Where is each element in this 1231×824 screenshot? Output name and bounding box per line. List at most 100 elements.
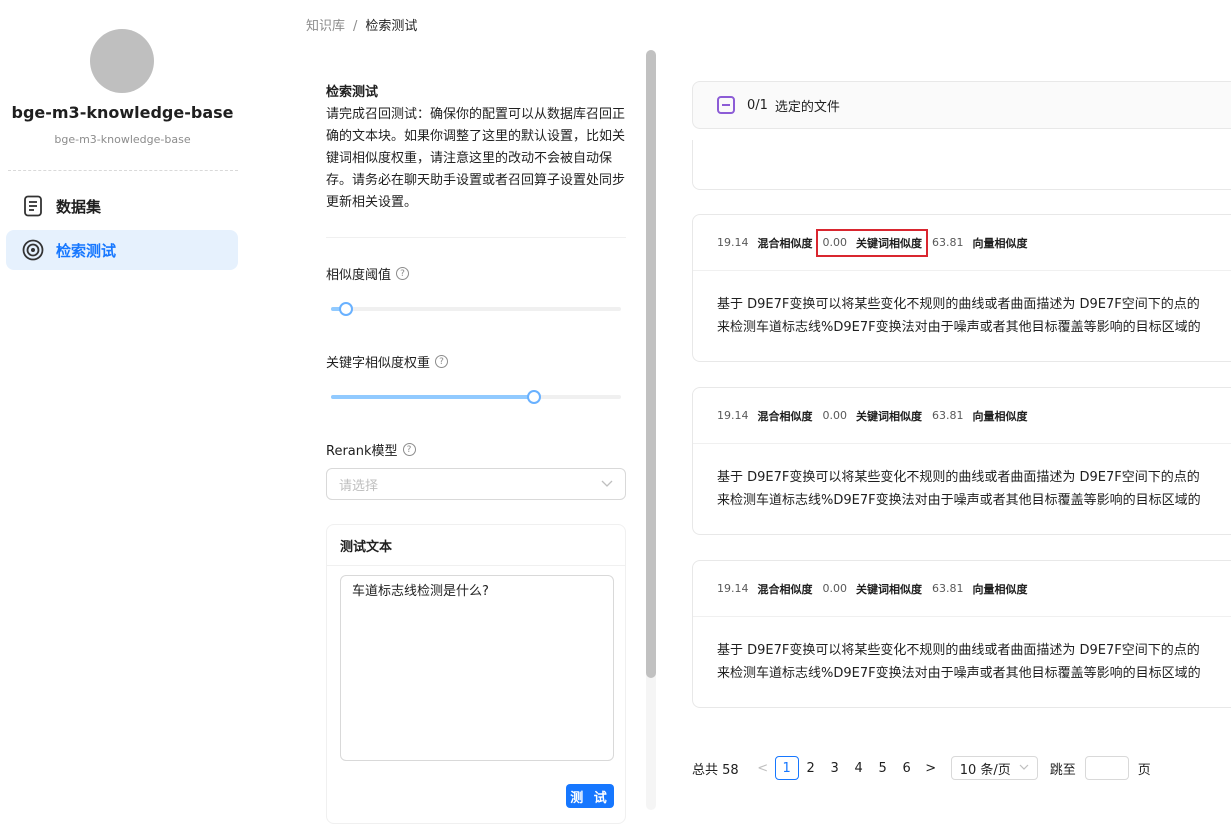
file-selector[interactable]: 0/1 选定的文件	[692, 81, 1231, 129]
hybrid-score: 19.14	[717, 236, 749, 249]
result-card-partial	[692, 140, 1231, 190]
result-card: 19.14 混合相似度 0.00 关键词相似度 63.81 向量相似度 基于 D…	[692, 560, 1231, 708]
page-size-value: 10 条/页	[959, 762, 1011, 778]
result-card: 19.14 混合相似度 0.00 关键词相似度 63.81 向量相似度 基于 D…	[692, 387, 1231, 535]
jump-label: 跳至	[1049, 762, 1076, 778]
test-text-card: 测试文本 车道标志线检测是什么? 测 试	[326, 524, 626, 824]
breadcrumb-current: 检索测试	[365, 19, 418, 34]
page-button-4[interactable]: 4	[847, 756, 871, 780]
hybrid-score-label: 混合相似度	[757, 409, 813, 423]
keyword-score-label: 关键词相似度	[856, 236, 922, 250]
keyword-score: 0.00	[822, 582, 848, 595]
result-scores: 19.14 混合相似度 0.00 关键词相似度 63.81 向量相似度	[693, 215, 1231, 271]
result-text: 基于 D9E7F变换可以将某些变化不规则的曲线或者曲面描述为 D9E7F空间下的…	[693, 617, 1231, 685]
result-line: 来检测车道标志线%D9E7F变换法对由于噪声或者其他目标覆盖等影响的目标区域的	[717, 320, 1201, 335]
rerank-model-label: Rerank模型 ?	[326, 440, 416, 459]
result-scores: 19.14 混合相似度 0.00 关键词相似度 63.81 向量相似度	[693, 561, 1231, 617]
breadcrumb-separator: /	[353, 19, 358, 34]
rerank-model-text: Rerank模型	[326, 444, 398, 459]
slider-handle[interactable]	[338, 302, 353, 316]
file-selector-label: 选定的文件	[774, 99, 840, 115]
result-line: 来检测车道标志线%D9E7F变换法对由于噪声或者其他目标覆盖等影响的目标区域的	[717, 493, 1201, 508]
help-icon[interactable]: ?	[396, 267, 410, 280]
result-line: 基于 D9E7F变换可以将某些变化不规则的曲线或者曲面描述为 D9E7F空间下的…	[717, 297, 1200, 312]
kb-name: bge-m3-knowledge-base	[11, 103, 234, 122]
indeterminate-checkbox-icon[interactable]	[717, 96, 735, 114]
rerank-model-select[interactable]: 请选择	[326, 468, 626, 500]
config-description: 请完成召回测试：确保你的配置可以从数据库召回正确的文本块。如果你调整了这里的默认…	[326, 107, 626, 210]
keyword-weight-slider[interactable]	[331, 390, 621, 404]
config-divider	[326, 237, 626, 238]
result-line: 基于 D9E7F变换可以将某些变化不规则的曲线或者曲面描述为 D9E7F空间下的…	[717, 643, 1200, 658]
keyword-score-highlight: 0.00 关键词相似度	[815, 228, 928, 257]
app-root: bge-m3-knowledge-base bge-m3-knowledge-b…	[0, 0, 1231, 824]
vector-score: 63.81	[932, 236, 964, 249]
chevron-down-icon	[601, 477, 613, 492]
result-line: 基于 D9E7F变换可以将某些变化不规则的曲线或者曲面描述为 D9E7F空间下的…	[717, 470, 1200, 485]
vector-score: 63.81	[932, 409, 964, 422]
scrollbar-thumb[interactable]	[646, 50, 656, 678]
page-button-2[interactable]: 2	[799, 756, 823, 780]
pagination: 总共 58 < 1 2 3 4 5 6 > 10 条/页 跳至 页	[692, 756, 1151, 780]
hybrid-score: 19.14	[717, 409, 749, 422]
result-text: 基于 D9E7F变换可以将某些变化不规则的曲线或者曲面描述为 D9E7F空间下的…	[693, 444, 1231, 512]
similarity-threshold-text: 相似度阈值	[326, 268, 392, 283]
result-text: 基于 D9E7F变换可以将某些变化不规则的曲线或者曲面描述为 D9E7F空间下的…	[693, 271, 1231, 339]
sidebar-divider	[8, 170, 238, 171]
avatar	[90, 29, 154, 93]
hybrid-score-label: 混合相似度	[757, 582, 813, 596]
test-button[interactable]: 测 试	[566, 784, 614, 808]
result-line: 来检测车道标志线%D9E7F变换法对由于噪声或者其他目标覆盖等影响的目标区域的	[717, 666, 1201, 681]
page-button-1[interactable]: 1	[774, 756, 799, 780]
prev-page-button[interactable]: <	[751, 756, 775, 780]
page-button-3[interactable]: 3	[823, 756, 847, 780]
page-button-5[interactable]: 5	[871, 756, 895, 780]
pagination-total: 总共 58	[692, 762, 739, 778]
keyword-score-label: 关键词相似度	[856, 409, 922, 423]
breadcrumb-root[interactable]: 知识库	[306, 19, 345, 34]
slider-fill	[331, 395, 534, 399]
page-size-select[interactable]: 10 条/页	[950, 756, 1038, 780]
keyword-score-group: 0.00 关键词相似度	[823, 581, 923, 597]
sidebar-item-label: 数据集	[56, 197, 102, 216]
help-icon[interactable]: ?	[435, 355, 449, 368]
breadcrumb: 知识库 / 检索测试	[306, 15, 417, 34]
card-divider	[327, 565, 625, 566]
next-page-button[interactable]: >	[919, 756, 943, 780]
retrieval-config: 检索测试 请完成召回测试：确保你的配置可以从数据库召回正确的文本块。如果你调整了…	[326, 82, 626, 214]
keyword-score: 0.00	[822, 236, 848, 249]
target-icon	[22, 239, 44, 261]
help-icon[interactable]: ?	[402, 443, 416, 456]
rerank-placeholder: 请选择	[339, 478, 379, 494]
keyword-score: 0.00	[822, 409, 848, 422]
result-card: 19.14 混合相似度 0.00 关键词相似度 63.81 向量相似度 基于 D…	[692, 214, 1231, 362]
page-button-6[interactable]: 6	[895, 756, 919, 780]
test-text-title: 测试文本	[340, 540, 393, 555]
similarity-threshold-slider[interactable]	[331, 302, 621, 316]
hybrid-score: 19.14	[717, 582, 749, 595]
similarity-threshold-label: 相似度阈值 ?	[326, 264, 410, 283]
vector-score-label: 向量相似度	[972, 236, 1028, 250]
sidebar-item-retrieval-test[interactable]: 检索测试	[6, 230, 238, 270]
sidebar: bge-m3-knowledge-base bge-m3-knowledge-b…	[0, 0, 245, 824]
kb-subtitle: bge-m3-knowledge-base	[54, 133, 191, 146]
result-scores: 19.14 混合相似度 0.00 关键词相似度 63.81 向量相似度	[693, 388, 1231, 444]
keyword-weight-text: 关键字相似度权重	[326, 356, 431, 371]
jump-suffix: 页	[1137, 762, 1151, 778]
keyword-weight-label: 关键字相似度权重 ?	[326, 352, 449, 371]
hybrid-score-label: 混合相似度	[757, 236, 813, 250]
vector-score-label: 向量相似度	[972, 582, 1028, 596]
vector-score: 63.81	[932, 582, 964, 595]
document-icon	[22, 195, 44, 217]
keyword-score-group: 0.00 关键词相似度	[823, 408, 923, 424]
jump-page-input[interactable]	[1084, 756, 1129, 780]
sidebar-item-label: 检索测试	[56, 241, 117, 260]
file-count: 0/1	[747, 97, 768, 113]
sidebar-item-dataset[interactable]: 数据集	[6, 186, 238, 226]
test-text-input[interactable]: 车道标志线检测是什么?	[340, 575, 614, 761]
slider-handle[interactable]	[527, 390, 541, 404]
chevron-down-icon	[1019, 763, 1029, 774]
vector-score-label: 向量相似度	[972, 409, 1028, 423]
scrollbar[interactable]	[646, 50, 656, 810]
config-title: 检索测试	[326, 85, 379, 100]
